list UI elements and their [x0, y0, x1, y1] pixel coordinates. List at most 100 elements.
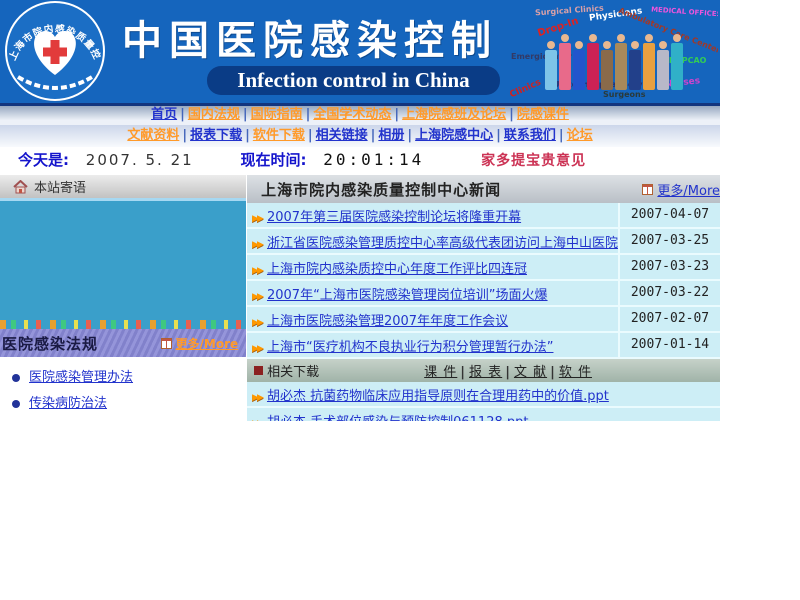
nav-separator: | — [245, 128, 250, 143]
double-arrow-icon: ▶▶ — [252, 344, 262, 354]
filter-separator: | — [460, 365, 466, 380]
today-value: 2007. 5. 21 — [86, 151, 194, 169]
news-title-cell: ▶▶ 2007年第三届医院感染控制论坛将隆重开幕 — [247, 206, 618, 225]
download-link[interactable]: 胡必杰 手术部位感染与预防控制061128.ppt — [267, 415, 529, 422]
person-figure — [573, 50, 585, 90]
person-figure — [629, 50, 641, 90]
primary-nav-link[interactable]: 全国学术动态 — [313, 107, 391, 122]
laws-more-link[interactable]: 更多/More — [176, 335, 239, 352]
news-link[interactable]: 上海市“医疗机构不良执业行为积分管理暂行办法” — [267, 340, 553, 355]
secondary-nav-link[interactable]: 文献资料 — [127, 128, 179, 143]
laws-list: 医院感染管理办法传染病防治法献血法 — [0, 357, 246, 421]
secondary-nav-link[interactable]: 上海院感中心 — [415, 128, 493, 143]
primary-nav-link[interactable]: 上海院感班及论坛 — [402, 107, 506, 122]
bullet-icon — [12, 400, 20, 408]
news-link[interactable]: 2007年第三届医院感染控制论坛将隆重开幕 — [267, 210, 521, 225]
download-link[interactable]: 胡必杰 抗菌药物临床应用指导原则在合理用药中的价值.ppt — [267, 389, 609, 404]
nav-separator: | — [371, 128, 376, 143]
main-area: 本站寄语 医院感染法规 更多/More 医院感染管理办法传染病防治法献血法 上海… — [0, 175, 720, 421]
primary-nav-link[interactable]: 院感课件 — [517, 107, 569, 122]
collage-word: Surgeons — [603, 90, 646, 99]
calendar-grid-icon — [642, 184, 653, 195]
nav-separator: | — [308, 128, 313, 143]
primary-nav-link[interactable]: 国际指南 — [251, 107, 303, 122]
secondary-nav-link[interactable]: 相关链接 — [316, 128, 368, 143]
nav-separator: | — [407, 128, 412, 143]
news-link[interactable]: 上海市医院感染管理2007年年度工作会议 — [267, 314, 508, 329]
news-link[interactable]: 2007年“上海市医院感染管理岗位培训”场面火爆 — [267, 288, 548, 303]
news-section-header: 上海市院内感染质量控制中心新闻 更多/More — [247, 175, 720, 203]
site-logo: 上海市院内感染质量控制中心 — [2, 1, 108, 102]
news-date: 2007-03-22 — [618, 281, 720, 305]
site-subtitle-en: Infection control in China — [207, 66, 500, 95]
site-header: 上海市院内感染质量控制中心 中国医院感染控制 Infection control… — [0, 0, 720, 103]
news-date: 2007-03-25 — [618, 229, 720, 253]
secondary-nav-link[interactable]: 报表下载 — [190, 128, 242, 143]
download-filters: 课 件|报 表|文 献|软 件 — [424, 361, 592, 380]
person-figure — [587, 43, 599, 90]
law-list-item: 献血法 — [12, 417, 246, 421]
download-filter-link[interactable]: 报 表 — [469, 365, 502, 380]
filter-separator: | — [505, 365, 511, 380]
law-list-item: 医院感染管理办法 — [12, 365, 246, 391]
grid-icon — [161, 338, 172, 349]
downloads-list: ▶▶ 胡必杰 抗菌药物临床应用指导原则在合理用药中的价值.ppt ▶▶ 胡必杰 手术部… — [247, 382, 720, 421]
news-row: ▶▶ 2007年第三届医院感染控制论坛将隆重开幕 2007-04-07 — [247, 203, 720, 229]
today-label: 今天是: — [18, 151, 69, 169]
square-bullet-icon — [254, 366, 263, 375]
nav-separator: | — [509, 107, 514, 122]
secondary-nav-link[interactable]: 联系我们 — [504, 128, 556, 143]
house-icon — [13, 180, 28, 194]
news-date: 2007-04-07 — [618, 203, 720, 227]
feedback-notice: 家多提宝贵意见 — [481, 153, 586, 169]
double-arrow-icon: ▶▶ — [252, 393, 262, 403]
news-link[interactable]: 上海市院内感染质控中心年度工作评比四连冠 — [267, 262, 527, 277]
primary-nav-link[interactable]: 国内法规 — [188, 107, 240, 122]
primary-nav-link[interactable]: 首页 — [151, 107, 177, 122]
download-filter-link[interactable]: 软 件 — [559, 365, 592, 380]
time-value: 20:01:14 — [323, 150, 424, 169]
law-link[interactable]: 传染病防治法 — [29, 396, 107, 411]
nav-separator: | — [496, 128, 501, 143]
news-title-cell: ▶▶ 上海市“医疗机构不良执业行为积分管理暂行办法” — [247, 336, 618, 355]
download-title-cell: ▶▶ 胡必杰 抗菌药物临床应用指导原则在合理用药中的价值.ppt — [247, 385, 720, 404]
people-figures — [545, 28, 695, 90]
nav-separator: | — [394, 107, 399, 122]
secondary-nav-link[interactable]: 论坛 — [567, 128, 593, 143]
download-row: ▶▶ 胡必杰 手术部位感染与预防控制061128.ppt — [247, 408, 720, 421]
collage-word: Clinics — [508, 78, 542, 100]
filter-separator: | — [550, 365, 556, 380]
download-title-cell: ▶▶ 胡必杰 手术部位感染与预防控制061128.ppt — [247, 411, 720, 422]
news-title-cell: ▶▶ 上海市医院感染管理2007年年度工作会议 — [247, 310, 618, 329]
double-arrow-icon: ▶▶ — [252, 214, 262, 224]
secondary-nav: 文献资料|报表下载|软件下载|相关链接|相册|上海院感中心|联系我们|论坛 — [0, 125, 720, 147]
downloads-section-header: 相关下载 课 件|报 表|文 献|软 件 — [247, 359, 720, 382]
news-more-link[interactable]: 更多/More — [657, 180, 720, 199]
collage-word: MEDICAL OFFICES — [651, 6, 718, 19]
laws-section-header: 医院感染法规 更多/More — [0, 329, 246, 357]
news-list: ▶▶ 2007年第三届医院感染控制论坛将隆重开幕 2007-04-07 ▶▶ 浙江省医院… — [247, 203, 720, 359]
double-arrow-icon: ▶▶ — [252, 292, 262, 302]
news-link[interactable]: 浙江省医院感染管理质控中心率高级代表团访问上海中山医院 — [267, 236, 618, 251]
person-figure — [601, 50, 613, 90]
news-title: 上海市院内感染质量控制中心新闻 — [261, 179, 642, 200]
laws-title: 医院感染法规 — [2, 333, 161, 354]
secondary-nav-link[interactable]: 相册 — [378, 128, 404, 143]
news-row: ▶▶ 2007年“上海市医院感染管理岗位培训”场面火爆 2007-03-22 — [247, 281, 720, 307]
double-arrow-icon: ▶▶ — [252, 318, 262, 328]
nav-separator: | — [243, 107, 248, 122]
nav-separator: | — [306, 107, 311, 122]
site-message-header: 本站寄语 — [0, 175, 246, 201]
header-people-collage: Surgical ClinicsPhysiciansMEDICAL OFFICE… — [505, 2, 718, 100]
logo-emblem-icon: 上海市院内感染质量控制中心 — [2, 1, 108, 102]
downloads-title: 相关下载 — [267, 361, 319, 380]
sidebar-banner-panel — [0, 201, 246, 329]
secondary-nav-link[interactable]: 软件下载 — [253, 128, 305, 143]
download-filter-link[interactable]: 文 献 — [514, 365, 547, 380]
law-list-item: 传染病防治法 — [12, 391, 246, 417]
download-filter-link[interactable]: 课 件 — [424, 365, 457, 380]
person-figure — [671, 43, 683, 90]
law-link[interactable]: 医院感染管理办法 — [29, 370, 133, 385]
double-arrow-icon: ▶▶ — [252, 419, 262, 422]
news-row: ▶▶上海市“医疗机构不良执业行为积分管理暂行办法”2007-01-14 — [247, 333, 720, 359]
